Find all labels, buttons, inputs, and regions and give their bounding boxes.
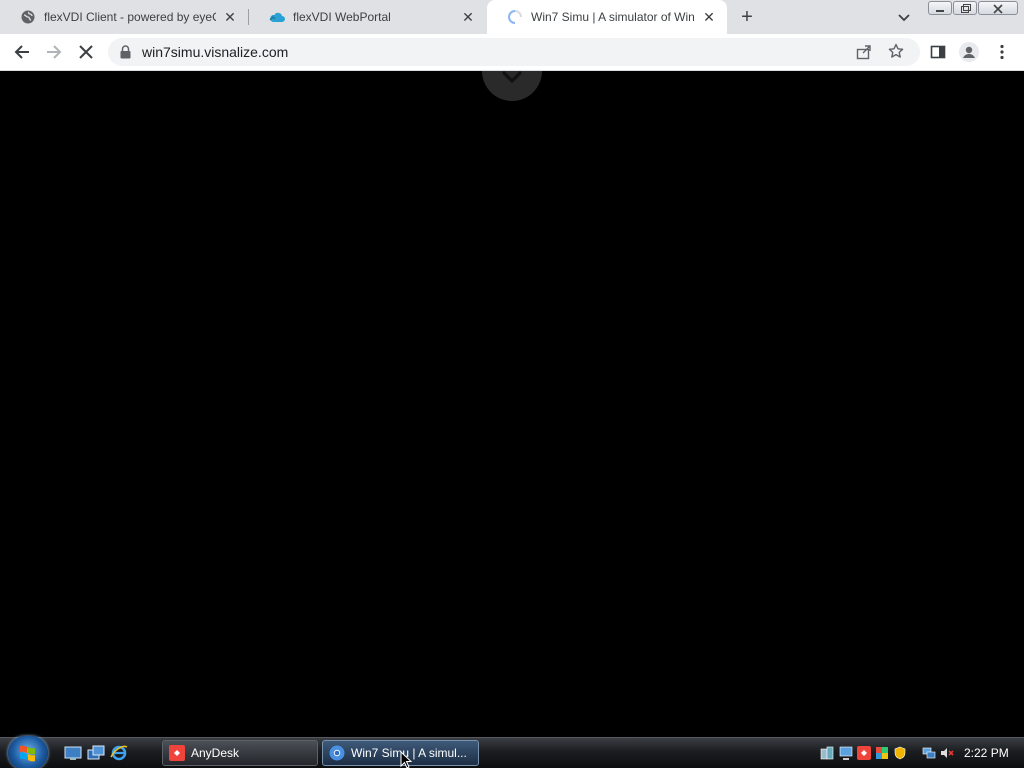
show-desktop-icon[interactable]: [64, 745, 82, 761]
side-panel-icon[interactable]: [928, 42, 948, 62]
chrome-icon: [329, 745, 345, 761]
tab-strip: flexVDI Client - powered by eyeOS ✕ flex…: [0, 0, 1024, 34]
page-content: [0, 71, 1024, 737]
forward-icon[interactable]: [44, 42, 64, 62]
tray-security-icon[interactable]: [875, 746, 889, 760]
stop-loading-icon[interactable]: [76, 42, 96, 62]
internet-explorer-icon[interactable]: [110, 745, 128, 761]
browser-toolbar: win7simu.visnalize.com: [0, 34, 1024, 71]
restore-button[interactable]: [953, 1, 977, 15]
chevron-down-icon: [501, 71, 523, 89]
tray-anydesk-icon[interactable]: [857, 746, 871, 760]
close-window-button[interactable]: [978, 1, 1018, 15]
minimize-button[interactable]: [928, 1, 952, 15]
address-bar[interactable]: win7simu.visnalize.com: [108, 38, 920, 66]
tray-app-icon[interactable]: [839, 746, 853, 760]
tray-shield-icon[interactable]: [893, 746, 907, 760]
switch-windows-icon[interactable]: [87, 745, 105, 761]
tab-title: flexVDI WebPortal: [293, 10, 391, 24]
more-menu-icon[interactable]: [992, 42, 1012, 62]
loading-spinner-icon: [507, 9, 523, 25]
cloud-icon: [269, 9, 285, 25]
anydesk-icon: [169, 745, 185, 761]
globe-icon: [20, 9, 36, 25]
tab-win7-simu[interactable]: Win7 Simu | A simulator of Windows 7 ✕: [487, 0, 727, 34]
taskbar-clock[interactable]: 2:22 PM: [964, 746, 1009, 760]
share-icon[interactable]: [856, 44, 872, 65]
windows-logo-icon: [20, 745, 35, 762]
url-text[interactable]: win7simu.visnalize.com: [142, 44, 288, 60]
tab-flexvdi-client[interactable]: flexVDI Client - powered by eyeOS ✕: [0, 0, 248, 34]
close-tab-icon[interactable]: ✕: [460, 9, 476, 25]
tray-volume-muted-icon[interactable]: [940, 746, 954, 760]
tab-search-chevron-icon[interactable]: [896, 9, 912, 25]
taskbar-anydesk[interactable]: AnyDesk: [162, 740, 318, 766]
windows-taskbar: AnyDesk Win7 Simu | A simul... 2:22 PM: [0, 736, 1024, 768]
new-tab-button[interactable]: +: [737, 7, 757, 27]
tab-flexvdi-webportal[interactable]: flexVDI WebPortal ✕: [249, 0, 486, 34]
lock-icon[interactable]: [120, 45, 131, 64]
close-tab-icon[interactable]: ✕: [701, 9, 717, 25]
task-label: AnyDesk: [191, 746, 240, 760]
tray-network-icon[interactable]: [922, 746, 936, 760]
profile-avatar-icon[interactable]: [959, 42, 979, 62]
tab-title: flexVDI Client - powered by eyeOS: [44, 10, 216, 24]
bookmark-star-icon[interactable]: [888, 43, 904, 64]
mouse-cursor-icon: [400, 750, 413, 768]
close-tab-icon[interactable]: ✕: [222, 9, 238, 25]
back-icon[interactable]: [12, 42, 32, 62]
scroll-down-button[interactable]: [482, 71, 542, 101]
start-button[interactable]: [8, 736, 48, 768]
tab-title: Win7 Simu | A simulator of Windows 7: [531, 10, 695, 24]
tray-network-drive-icon[interactable]: [820, 746, 834, 760]
